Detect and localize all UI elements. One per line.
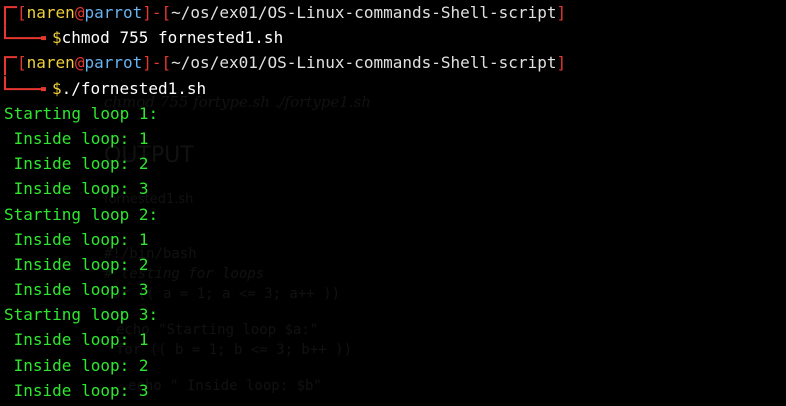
output-line: Inside loop: 2	[4, 154, 149, 174]
command-text: ./fornested1.sh	[61, 78, 207, 98]
prompt-at: @	[74, 3, 85, 22]
prompt-dollar: $	[52, 28, 62, 48]
prompt-arrow-icon	[4, 25, 46, 41]
prompt-path: ~/os/ex01/OS-Linux-commands-Shell-script	[171, 53, 557, 73]
prompt-header: [naren@parrot]-[~/os/ex01/OS-Linux-comma…	[0, 0, 786, 26]
prompt-command: $chmod 755 fornested1.sh	[52, 25, 283, 50]
output-line: Inside loop: 2	[4, 254, 149, 274]
terminal-output: [naren@parrot]-[~/os/ex01/OS-Linux-comma…	[0, 0, 786, 403]
prompt-host: parrot	[84, 3, 143, 22]
prompt-arrow-icon	[4, 75, 46, 91]
prompt-user: naren	[26, 53, 75, 73]
terminal-window[interactable]: chmod 755 fortype.sh ./fortype1.sh OUTPU…	[0, 0, 786, 406]
output-line: Inside loop: 2	[4, 355, 149, 375]
prompt-command: $./fornested1.sh	[52, 76, 206, 101]
output-line: Inside loop: 1	[4, 229, 149, 249]
prompt-dollar: $	[52, 78, 62, 98]
output-line: Inside loop: 1	[4, 330, 149, 350]
prompt-header-text: [naren@parrot]-[~/os/ex01/OS-Linux-comma…	[17, 53, 567, 73]
output-line: Starting loop 1:	[4, 103, 159, 123]
output-line: Inside loop: 3	[4, 280, 149, 300]
prompt-host: parrot	[84, 53, 143, 73]
prompt-user: naren	[26, 3, 75, 22]
prompt-at: @	[74, 53, 85, 73]
prompt-header-text: [naren@parrot]-[~/os/ex01/OS-Linux-comma…	[17, 3, 567, 22]
command-text: chmod 755 fornested1.sh	[61, 28, 284, 48]
output-line: Inside loop: 3	[4, 380, 149, 400]
prompt-separator: ]-[	[142, 3, 172, 22]
prompt-header: [naren@parrot]-[~/os/ex01/OS-Linux-comma…	[0, 50, 786, 76]
prompt-corner-icon	[4, 6, 17, 26]
output-line: Inside loop: 3	[4, 179, 149, 199]
prompt-path: ~/os/ex01/OS-Linux-commands-Shell-script	[171, 3, 557, 22]
output-line: Starting loop 2:	[4, 204, 159, 224]
prompt-separator: ]-[	[142, 53, 172, 73]
prompt-corner-icon	[4, 56, 17, 76]
prompt-command-line: $chmod 755 fornested1.sh	[0, 25, 786, 50]
output-line: Starting loop 3:	[4, 305, 159, 325]
prompt-command-line: $./fornested1.sh	[0, 75, 786, 101]
output-line: Inside loop: 1	[4, 128, 149, 148]
